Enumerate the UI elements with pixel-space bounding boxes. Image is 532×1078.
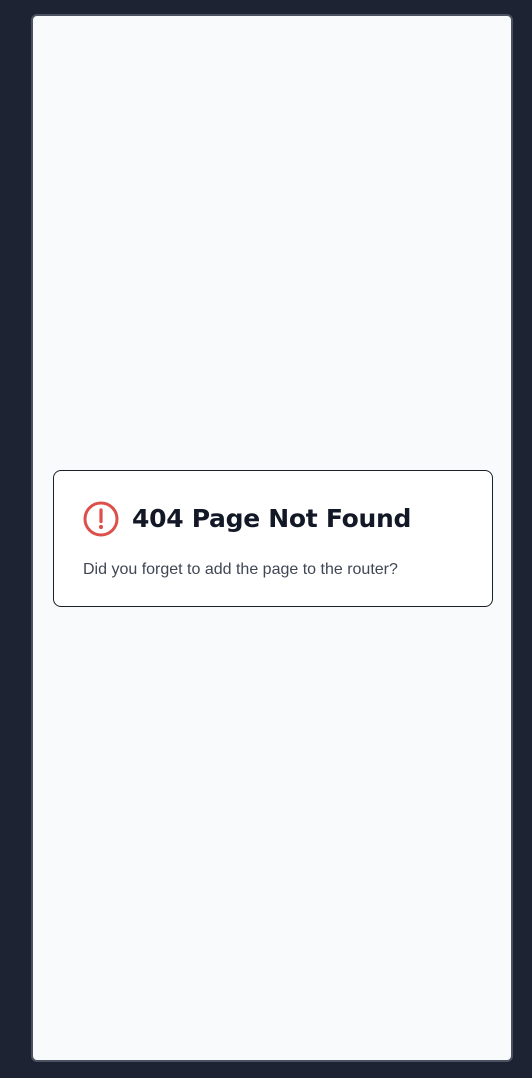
alert-circle-icon [83,501,119,537]
card-header: 404 Page Not Found [83,501,411,537]
error-message: Did you forget to add the page to the ro… [83,561,398,578]
not-found-card: 404 Page Not Found Did you forget to add… [53,470,493,607]
error-title: 404 Page Not Found [132,504,412,533]
app-frame: 404 Page Not Found Did you forget to add… [31,14,513,1062]
